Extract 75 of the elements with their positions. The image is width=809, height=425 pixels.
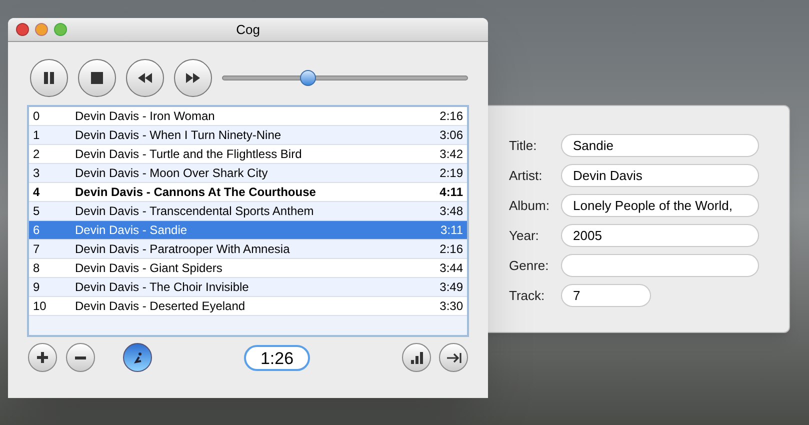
- field-label: Genre:: [509, 256, 550, 275]
- slider-thumb[interactable]: [300, 70, 316, 86]
- elapsed-time-display: 1:26: [244, 344, 310, 370]
- playlist-row[interactable]: 8 Devin Davis - Giant Spiders 3:44: [29, 259, 467, 278]
- track-duration: 4:11: [440, 184, 463, 201]
- playlist-row[interactable]: 6 Devin Davis - Sandie 3:11: [29, 221, 467, 240]
- pause-button[interactable]: [30, 59, 68, 97]
- field-label: Album:: [509, 196, 550, 215]
- track-number: 6: [33, 222, 41, 239]
- playlist-row[interactable]: 4 Devin Davis - Cannons At The Courthouse 4:11: [29, 183, 467, 202]
- track-number: 3: [33, 165, 41, 182]
- track-number: 1: [33, 127, 41, 144]
- minus-icon: [74, 356, 87, 360]
- track-title: Devin Davis - Deserted Eyeland: [75, 298, 246, 315]
- seek-slider[interactable]: [222, 69, 468, 87]
- track-duration: 3:11: [440, 222, 463, 239]
- fast-forward-button[interactable]: [174, 59, 212, 97]
- rewind-icon: [137, 70, 153, 86]
- track-duration: 2:19: [440, 165, 463, 182]
- track-number: 7: [33, 241, 41, 258]
- close-button[interactable]: [16, 23, 29, 36]
- text-field[interactable]: Sandie: [561, 134, 759, 157]
- track-number: 5: [33, 203, 41, 220]
- playlist-row[interactable]: 10 Devin Davis - Deserted Eyeland 3:30: [29, 297, 467, 316]
- track-title: Devin Davis - Transcendental Sports Anthem: [75, 203, 315, 220]
- field-label: Track:: [509, 286, 546, 305]
- track-duration: 3:42: [440, 146, 463, 163]
- track-duration: 3:06: [440, 127, 463, 144]
- bar-chart-icon: [410, 351, 424, 364]
- info-icon: [132, 352, 142, 364]
- track-number: 9: [33, 279, 41, 296]
- field-label: Year:: [509, 226, 540, 245]
- pause-icon: [41, 70, 57, 86]
- add-button[interactable]: [28, 343, 57, 372]
- track-title: Devin Davis - Moon Over Shark City: [75, 165, 269, 182]
- track-title: Devin Davis - When I Turn Ninety-Nine: [75, 127, 282, 144]
- track-number: 8: [33, 260, 41, 277]
- minimize-button[interactable]: [35, 23, 48, 36]
- fast-forward-icon: [185, 70, 201, 86]
- text-field[interactable]: 2005: [561, 224, 759, 247]
- text-field[interactable]: Lonely People of the World,: [561, 194, 759, 217]
- track-duration: 2:16: [440, 108, 463, 125]
- track-duration: 3:44: [440, 260, 463, 277]
- next-button[interactable]: [439, 343, 468, 372]
- text-field[interactable]: 7: [561, 284, 651, 307]
- stop-icon: [89, 70, 105, 86]
- rewind-button[interactable]: [126, 59, 164, 97]
- text-field[interactable]: [561, 254, 759, 277]
- playlist-row[interactable]: 0 Devin Davis - Iron Woman 2:16: [29, 107, 467, 126]
- track-duration: 2:16: [440, 241, 463, 258]
- track-title: Devin Davis - Giant Spiders: [75, 260, 224, 277]
- track-title: Devin Davis - Sandie: [75, 222, 188, 239]
- track-duration: 3:49: [440, 279, 463, 296]
- info-button[interactable]: [123, 343, 152, 372]
- playlist-row[interactable]: 2 Devin Davis - Turtle and the Flightless Bird 3:42: [29, 145, 467, 164]
- text-field[interactable]: Devin Davis: [561, 164, 759, 187]
- track-title: Devin Davis - Turtle and the Flightless Bird: [75, 146, 303, 163]
- track-number: 10: [33, 298, 48, 315]
- track-title: Devin Davis - The Choir Invisible: [75, 279, 250, 296]
- track-title: Devin Davis - Paratrooper With Amnesia: [75, 241, 291, 258]
- track-title: Devin Davis - Cannons At The Courthouse: [75, 184, 317, 201]
- track-number: 2: [33, 146, 41, 163]
- track-duration: 3:48: [440, 203, 463, 220]
- track-number: 0: [33, 108, 41, 125]
- remove-button[interactable]: [66, 343, 95, 372]
- arrow-to-bar-icon: [446, 352, 462, 364]
- track-number: 4: [33, 184, 41, 201]
- field-label: Title:: [509, 136, 538, 155]
- track-duration: 3:30: [440, 298, 463, 315]
- window-title: Cog: [236, 20, 260, 39]
- visualizer-button[interactable]: [402, 343, 431, 372]
- plus-icon: [36, 351, 49, 364]
- track-title: Devin Davis - Iron Woman: [75, 108, 216, 125]
- stop-button[interactable]: [78, 59, 116, 97]
- field-label: Artist:: [509, 166, 544, 185]
